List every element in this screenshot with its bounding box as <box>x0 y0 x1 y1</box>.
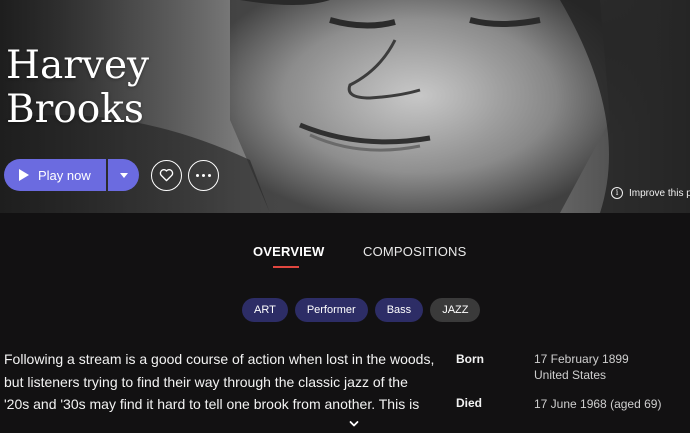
active-tab-indicator <box>273 266 299 268</box>
heart-icon <box>159 169 174 182</box>
artist-hero: Harvey Brooks Play now i Improve this p <box>0 0 690 213</box>
tab-compositions[interactable]: COMPOSITIONS <box>363 244 467 259</box>
play-options-dropdown[interactable] <box>108 159 139 191</box>
died-label: Died <box>456 396 483 410</box>
chevron-down-icon <box>119 172 128 178</box>
tag-performer[interactable]: Performer <box>294 298 368 322</box>
chevron-down-icon[interactable] <box>349 419 359 429</box>
more-options-button[interactable] <box>188 159 219 191</box>
improve-page-link[interactable]: i Improve this p <box>611 187 690 199</box>
artist-name: Harvey Brooks <box>6 43 150 132</box>
info-icon: i <box>611 187 623 199</box>
biography: Following a stream is a good course of a… <box>4 348 444 416</box>
play-now-label: Play now <box>38 167 91 183</box>
more-dots-icon <box>196 173 211 177</box>
bio-line: Following a stream is a good course of a… <box>4 351 435 367</box>
tag-bass[interactable]: Bass <box>374 298 424 322</box>
tag-art[interactable]: ART <box>242 298 288 322</box>
died-date: 17 June 1968 (aged 69) <box>534 397 662 411</box>
artist-tabs: OVERVIEW COMPOSITIONS <box>0 244 690 274</box>
tag-list: ART Performer Bass JAZZ <box>242 298 481 322</box>
bio-line: but listeners trying to find their way t… <box>4 373 408 390</box>
bio-line: '20s and '30s may find it hard to tell o… <box>4 396 420 412</box>
hero-controls: Play now <box>4 159 219 191</box>
tab-overview[interactable]: OVERVIEW <box>253 244 324 259</box>
favorite-button[interactable] <box>151 159 182 191</box>
born-place: United States <box>534 368 607 382</box>
improve-label: Improve this p <box>629 187 690 199</box>
tag-jazz[interactable]: JAZZ <box>430 298 481 322</box>
play-now-button[interactable]: Play now <box>4 159 106 191</box>
born-label: Born <box>456 352 484 366</box>
born-date: 17 February 1899 <box>534 352 629 366</box>
play-icon <box>19 169 29 181</box>
